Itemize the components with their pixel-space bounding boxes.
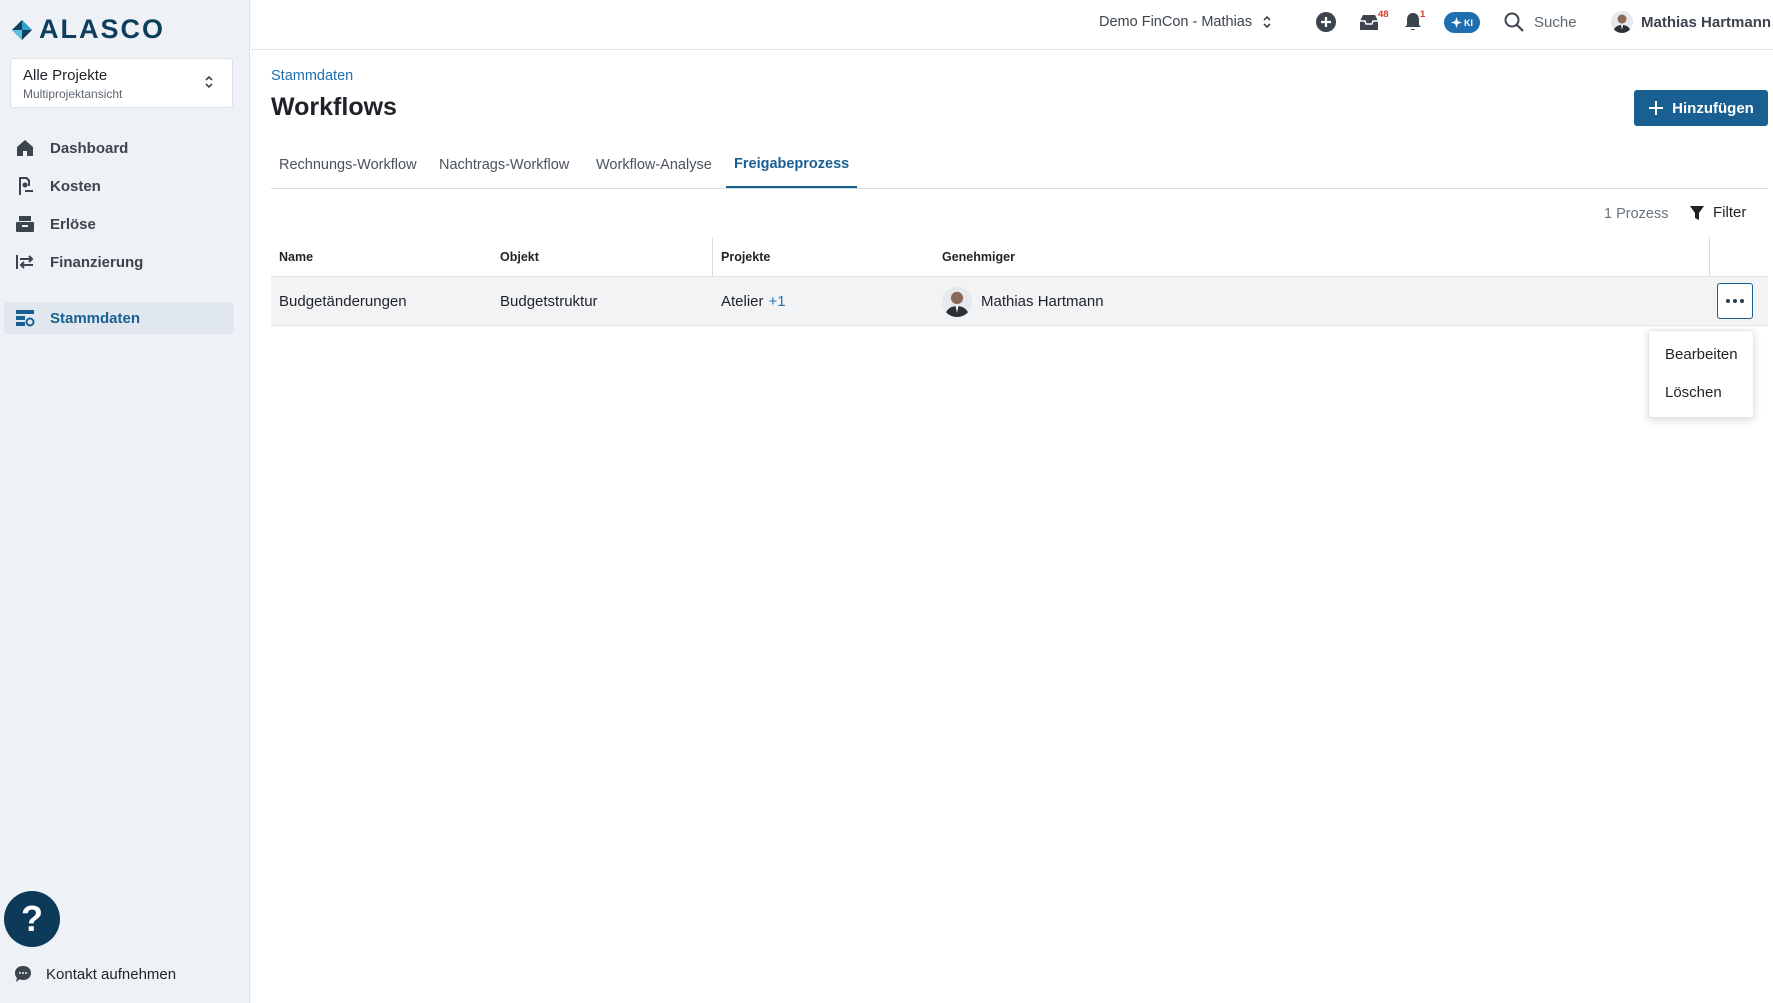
page-title: Workflows	[271, 93, 397, 121]
master-data-icon	[14, 307, 36, 329]
workflow-table: Name Objekt Projekte Genehmiger Budgetän…	[271, 237, 1768, 326]
table-header: Name Objekt Projekte Genehmiger	[271, 237, 1768, 277]
more-dots-icon	[1726, 299, 1730, 303]
inbox-button[interactable]: 48	[1359, 0, 1389, 44]
sidebar-item-dashboard[interactable]: Dashboard	[4, 132, 234, 164]
alasco-logo[interactable]: ALASCO	[10, 14, 165, 45]
sidebar-item-kosten[interactable]: Kosten	[4, 170, 234, 202]
financing-icon	[14, 251, 36, 273]
create-button[interactable]	[1315, 0, 1337, 44]
approver-name: Mathias Hartmann	[981, 293, 1104, 310]
tab-workflow-analyse[interactable]: Workflow-Analyse	[588, 142, 720, 188]
column-header-approver[interactable]: Genehmiger	[942, 237, 1015, 277]
tab-rechnungs-workflow[interactable]: Rechnungs-Workflow	[271, 142, 425, 188]
menu-item-edit[interactable]: Bearbeiten	[1665, 346, 1738, 363]
cell-name: Budgetänderungen	[279, 293, 407, 310]
search-icon	[1504, 12, 1524, 32]
avatar	[942, 286, 972, 317]
ai-label: KI	[1464, 17, 1473, 28]
sidebar-item-label: Finanzierung	[50, 253, 144, 271]
column-header-projects[interactable]: Projekte	[721, 237, 770, 277]
user-name: Mathias Hartmann	[1641, 13, 1772, 31]
cell-object: Budgetstruktur	[500, 293, 598, 310]
add-button[interactable]: Hinzufügen	[1634, 90, 1768, 126]
filter-button[interactable]: Filter	[1689, 204, 1746, 221]
add-button-label: Hinzufügen	[1672, 99, 1754, 117]
column-header-name[interactable]: Name	[279, 237, 313, 277]
topbar: Demo FinCon - Mathias 48 1 KI Suche Math…	[251, 0, 1773, 50]
sort-updown-icon	[205, 75, 213, 89]
brand-name: ALASCO	[39, 14, 165, 44]
tab-freigabeprozess[interactable]: Freigabeprozess	[726, 142, 858, 188]
revenue-icon	[14, 213, 36, 235]
project-selector-subtitle: Multiprojektansicht	[23, 87, 123, 101]
company-switcher[interactable]: Demo FinCon - Mathias	[1099, 0, 1272, 44]
tab-bar: Rechnungs-Workflow Nachtrags-Workflow Wo…	[271, 142, 1768, 189]
project-name: Atelier	[721, 293, 764, 310]
plus-icon	[1649, 101, 1664, 115]
result-count: 1 Prozess	[1604, 206, 1669, 222]
row-actions-menu: Bearbeiten Löschen	[1648, 330, 1754, 418]
help-button[interactable]: ?	[4, 891, 60, 947]
sidebar-item-label: Erlöse	[50, 215, 96, 233]
inbox-badge: 48	[1378, 9, 1389, 20]
contact-link[interactable]: Kontakt aufnehmen	[14, 965, 176, 983]
home-icon	[14, 137, 36, 159]
ai-assistant-button[interactable]: KI	[1444, 12, 1480, 33]
notifications-button[interactable]: 1	[1404, 0, 1426, 44]
sidebar-item-label: Dashboard	[50, 139, 129, 157]
cell-projects: Atelier +1	[721, 277, 786, 326]
project-selector[interactable]: Alle Projekte Multiprojektansicht	[10, 58, 233, 108]
project-selector-title: Alle Projekte	[23, 67, 108, 84]
contact-label: Kontakt aufnehmen	[46, 965, 177, 983]
search-button[interactable]: Suche	[1504, 0, 1577, 44]
breadcrumb[interactable]: Stammdaten	[271, 68, 353, 84]
table-row[interactable]: Budgetänderungen Budgetstruktur Atelier …	[271, 277, 1768, 326]
cell-approver: Mathias Hartmann	[942, 277, 1104, 326]
column-header-object[interactable]: Objekt	[500, 237, 539, 277]
sidebar-item-erloese[interactable]: Erlöse	[4, 208, 234, 240]
notifications-badge: 1	[1420, 9, 1426, 20]
user-menu[interactable]: Mathias Hartmann	[1611, 0, 1771, 44]
alasco-logo-icon	[12, 19, 32, 40]
more-projects-link[interactable]: +1	[769, 293, 786, 310]
menu-item-delete[interactable]: Löschen	[1665, 384, 1722, 401]
cost-icon	[14, 175, 36, 197]
row-actions-button[interactable]	[1717, 283, 1753, 319]
plus-circle-icon	[1316, 12, 1336, 32]
company-name: Demo FinCon - Mathias	[1099, 14, 1253, 30]
inbox-icon	[1360, 15, 1378, 30]
sidebar-item-finanzierung[interactable]: Finanzierung	[4, 246, 234, 278]
sidebar-item-label: Kosten	[50, 177, 101, 195]
funnel-icon	[1690, 205, 1704, 220]
sidebar-item-label: Stammdaten	[50, 309, 141, 327]
chat-bubble-icon	[15, 966, 31, 982]
help-icon: ?	[21, 898, 43, 939]
tab-nachtrags-workflow[interactable]: Nachtrags-Workflow	[431, 142, 577, 188]
sidebar-item-stammdaten[interactable]: Stammdaten	[4, 302, 234, 334]
filter-label: Filter	[1713, 204, 1747, 221]
sparkle-icon	[1451, 17, 1462, 28]
search-label: Suche	[1534, 13, 1577, 31]
avatar	[1611, 11, 1633, 33]
sidebar: ALASCO Alle Projekte Multiprojektansicht…	[0, 0, 250, 1003]
sort-updown-icon	[1263, 15, 1271, 29]
